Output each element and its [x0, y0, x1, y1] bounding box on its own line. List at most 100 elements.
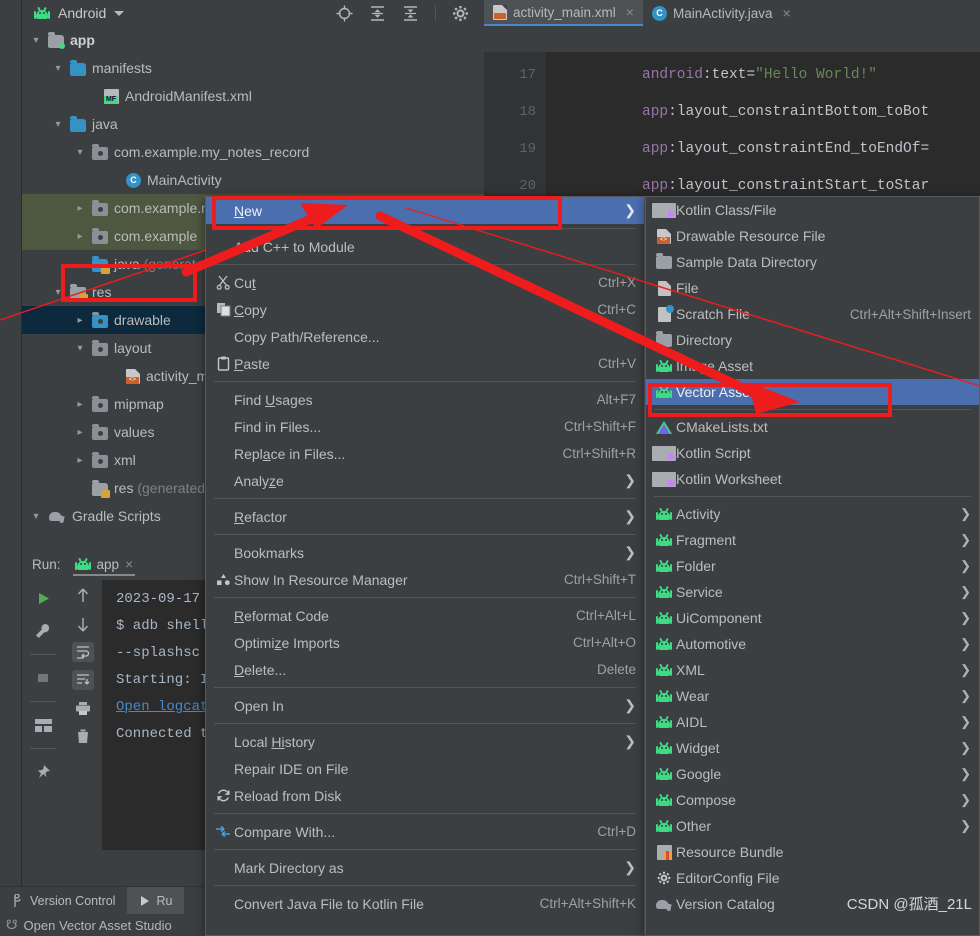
close-icon[interactable]: × [125, 557, 133, 572]
submenu-item-compose[interactable]: Compose ❯ [646, 787, 979, 813]
close-icon[interactable]: × [626, 4, 634, 20]
menu-item-bookmarks[interactable]: Bookmarks ❯ [206, 539, 644, 566]
submenu-item-fragment[interactable]: Fragment ❯ [646, 527, 979, 553]
pin-icon[interactable] [32, 762, 54, 782]
tree-row-androidmanifest[interactable]: AndroidManifest.xml [22, 82, 484, 110]
package-icon [92, 423, 108, 440]
menu-item-cut[interactable]: Cut Ctrl+X [206, 269, 644, 296]
chevron-down-icon[interactable]: ▾ [50, 287, 66, 298]
menu-item-add-cpp[interactable]: Add C++ to Module [206, 233, 644, 260]
menu-item-local-history[interactable]: Local History ❯ [206, 728, 644, 755]
menu-item-reload-from-disk[interactable]: Reload from Disk [206, 782, 644, 809]
menu-item-optimize-imports[interactable]: Optimize Imports Ctrl+Alt+O [206, 629, 644, 656]
scroll-to-end-icon[interactable] [72, 670, 94, 690]
editor-tabstrip: activity_main.xml × C MainActivity.java … [484, 0, 980, 26]
tab-mainactivity-java[interactable]: C MainActivity.java × [643, 0, 800, 26]
submenu-item-vector-asset[interactable]: Vector Asset [646, 379, 979, 405]
submenu-item-editorconfig-file[interactable]: EditorConfig File [646, 865, 979, 891]
chevron-right-icon[interactable]: ▸ [72, 455, 88, 466]
print-icon[interactable] [72, 698, 94, 718]
menu-item-convert-java-to-kotlin[interactable]: Convert Java File to Kotlin File Ctrl+Al… [206, 890, 644, 917]
submenu-item-scratch-file[interactable]: Scratch File Ctrl+Alt+Shift+Insert [646, 301, 979, 327]
submenu-item-xml[interactable]: XML ❯ [646, 657, 979, 683]
menu-item-label: Convert Java File to Kotlin File [234, 895, 424, 912]
collapse-all-icon[interactable] [402, 5, 419, 22]
submenu-item-resource-bundle[interactable]: Resource Bundle [646, 839, 979, 865]
chevron-down-icon[interactable] [114, 10, 125, 16]
submenu-item-kotlin-worksheet[interactable]: Kotlin Worksheet [646, 466, 979, 492]
tree-row-java[interactable]: ▾ java [22, 110, 484, 138]
submenu-item-kotlin-class-file[interactable]: Kotlin Class/File [646, 197, 979, 223]
menu-item-reformat-code[interactable]: Reformat Code Ctrl+Alt+L [206, 602, 644, 629]
submenu-item-directory[interactable]: Directory [646, 327, 979, 353]
chevron-down-icon[interactable]: ▾ [28, 35, 44, 46]
scroll-up-icon[interactable] [72, 586, 94, 606]
submenu-item-widget[interactable]: Widget ❯ [646, 735, 979, 761]
context-menu[interactable]: New ❯ Add C++ to Module Cut Ctrl+X Copy … [205, 196, 645, 936]
tree-row-manifests[interactable]: ▾ manifests [22, 54, 484, 82]
soft-wrap-icon[interactable] [72, 642, 94, 662]
menu-item-refactor[interactable]: Refactor ❯ [206, 503, 644, 530]
submenu-item-service[interactable]: Service ❯ [646, 579, 979, 605]
drawable-resource-icon [657, 228, 671, 244]
run-config-tab[interactable]: app × [69, 557, 139, 576]
menu-item-shortcut: Ctrl+Alt+L [575, 608, 636, 623]
menu-item-paste[interactable]: Paste Ctrl+V [206, 350, 644, 377]
bottom-item-version-control[interactable]: Version Control [0, 887, 127, 915]
menu-item-copy-path[interactable]: Copy Path/Reference... [206, 323, 644, 350]
chevron-right-icon[interactable]: ▸ [72, 203, 88, 214]
menu-item-analyze[interactable]: Analyze ❯ [206, 467, 644, 494]
menu-item-mark-directory-as[interactable]: Mark Directory as ❯ [206, 854, 644, 881]
submenu-item-kotlin-script[interactable]: Kotlin Script [646, 440, 979, 466]
menu-item-delete[interactable]: Delete... Delete [206, 656, 644, 683]
menu-item-compare-with[interactable]: Compare With... Ctrl+D [206, 818, 644, 845]
settings-gear-icon[interactable] [452, 5, 469, 22]
close-icon[interactable]: × [783, 5, 791, 21]
menu-item-find-in-files[interactable]: Find in Files... Ctrl+Shift+F [206, 413, 644, 440]
layout-icon[interactable] [32, 715, 54, 735]
submenu-item-label: File [676, 280, 699, 296]
submenu-item-other[interactable]: Other ❯ [646, 813, 979, 839]
chevron-right-icon[interactable]: ▸ [72, 315, 88, 326]
chevron-right-icon[interactable]: ▸ [72, 231, 88, 242]
menu-item-repair-ide-on-file[interactable]: Repair IDE on File [206, 755, 644, 782]
trash-icon[interactable] [72, 726, 94, 746]
submenu-item-wear[interactable]: Wear ❯ [646, 683, 979, 709]
scroll-down-icon[interactable] [72, 614, 94, 634]
submenu-item-google[interactable]: Google ❯ [646, 761, 979, 787]
menu-item-copy[interactable]: Copy Ctrl+C [206, 296, 644, 323]
chevron-right-icon[interactable]: ▸ [72, 399, 88, 410]
chevron-right-icon[interactable]: ▸ [72, 427, 88, 438]
submenu-item-folder[interactable]: Folder ❯ [646, 553, 979, 579]
menu-item-show-in-resource-manager[interactable]: Show In Resource Manager Ctrl+Shift+T [206, 566, 644, 593]
chevron-down-icon[interactable]: ▾ [50, 119, 66, 130]
submenu-item-file[interactable]: File [646, 275, 979, 301]
bottom-item-run[interactable]: Ru [127, 886, 185, 915]
run-icon[interactable] [32, 588, 54, 608]
chevron-down-icon[interactable]: ▾ [72, 147, 88, 158]
submenu-item-sample-data-directory[interactable]: Sample Data Directory [646, 249, 979, 275]
tree-row-app[interactable]: ▾ app [22, 26, 484, 54]
menu-item-new[interactable]: New ❯ [206, 197, 644, 224]
submenu-item-aidl[interactable]: AIDL ❯ [646, 709, 979, 735]
submenu-item-drawable-resource-file[interactable]: Drawable Resource File [646, 223, 979, 249]
submenu-item-cmakelists[interactable]: CMakeLists.txt [646, 414, 979, 440]
submenu-item-automotive[interactable]: Automotive ❯ [646, 631, 979, 657]
chevron-down-icon[interactable]: ▾ [28, 511, 44, 522]
wrench-icon[interactable] [32, 621, 54, 641]
submenu-item-activity[interactable]: Activity ❯ [646, 501, 979, 527]
new-submenu[interactable]: Kotlin Class/File Drawable Resource File… [645, 196, 980, 936]
locate-icon[interactable] [336, 5, 353, 22]
chevron-down-icon[interactable]: ▾ [50, 63, 66, 74]
tab-activity-main-xml[interactable]: activity_main.xml × [484, 0, 643, 26]
tree-row-mainactivity[interactable]: C MainActivity [22, 166, 484, 194]
expand-all-icon[interactable] [369, 5, 386, 22]
menu-item-open-in[interactable]: Open In ❯ [206, 692, 644, 719]
tree-row-package-main[interactable]: ▾ com.example.my_notes_record [22, 138, 484, 166]
chevron-down-icon[interactable]: ▾ [72, 343, 88, 354]
submenu-item-uicomponent[interactable]: UiComponent ❯ [646, 605, 979, 631]
menu-item-find-usages[interactable]: Find Usages Alt+F7 [206, 386, 644, 413]
submenu-item-image-asset[interactable]: Image Asset [646, 353, 979, 379]
stop-icon[interactable] [32, 668, 54, 688]
menu-item-replace-in-files[interactable]: Replace in Files... Ctrl+Shift+R [206, 440, 644, 467]
